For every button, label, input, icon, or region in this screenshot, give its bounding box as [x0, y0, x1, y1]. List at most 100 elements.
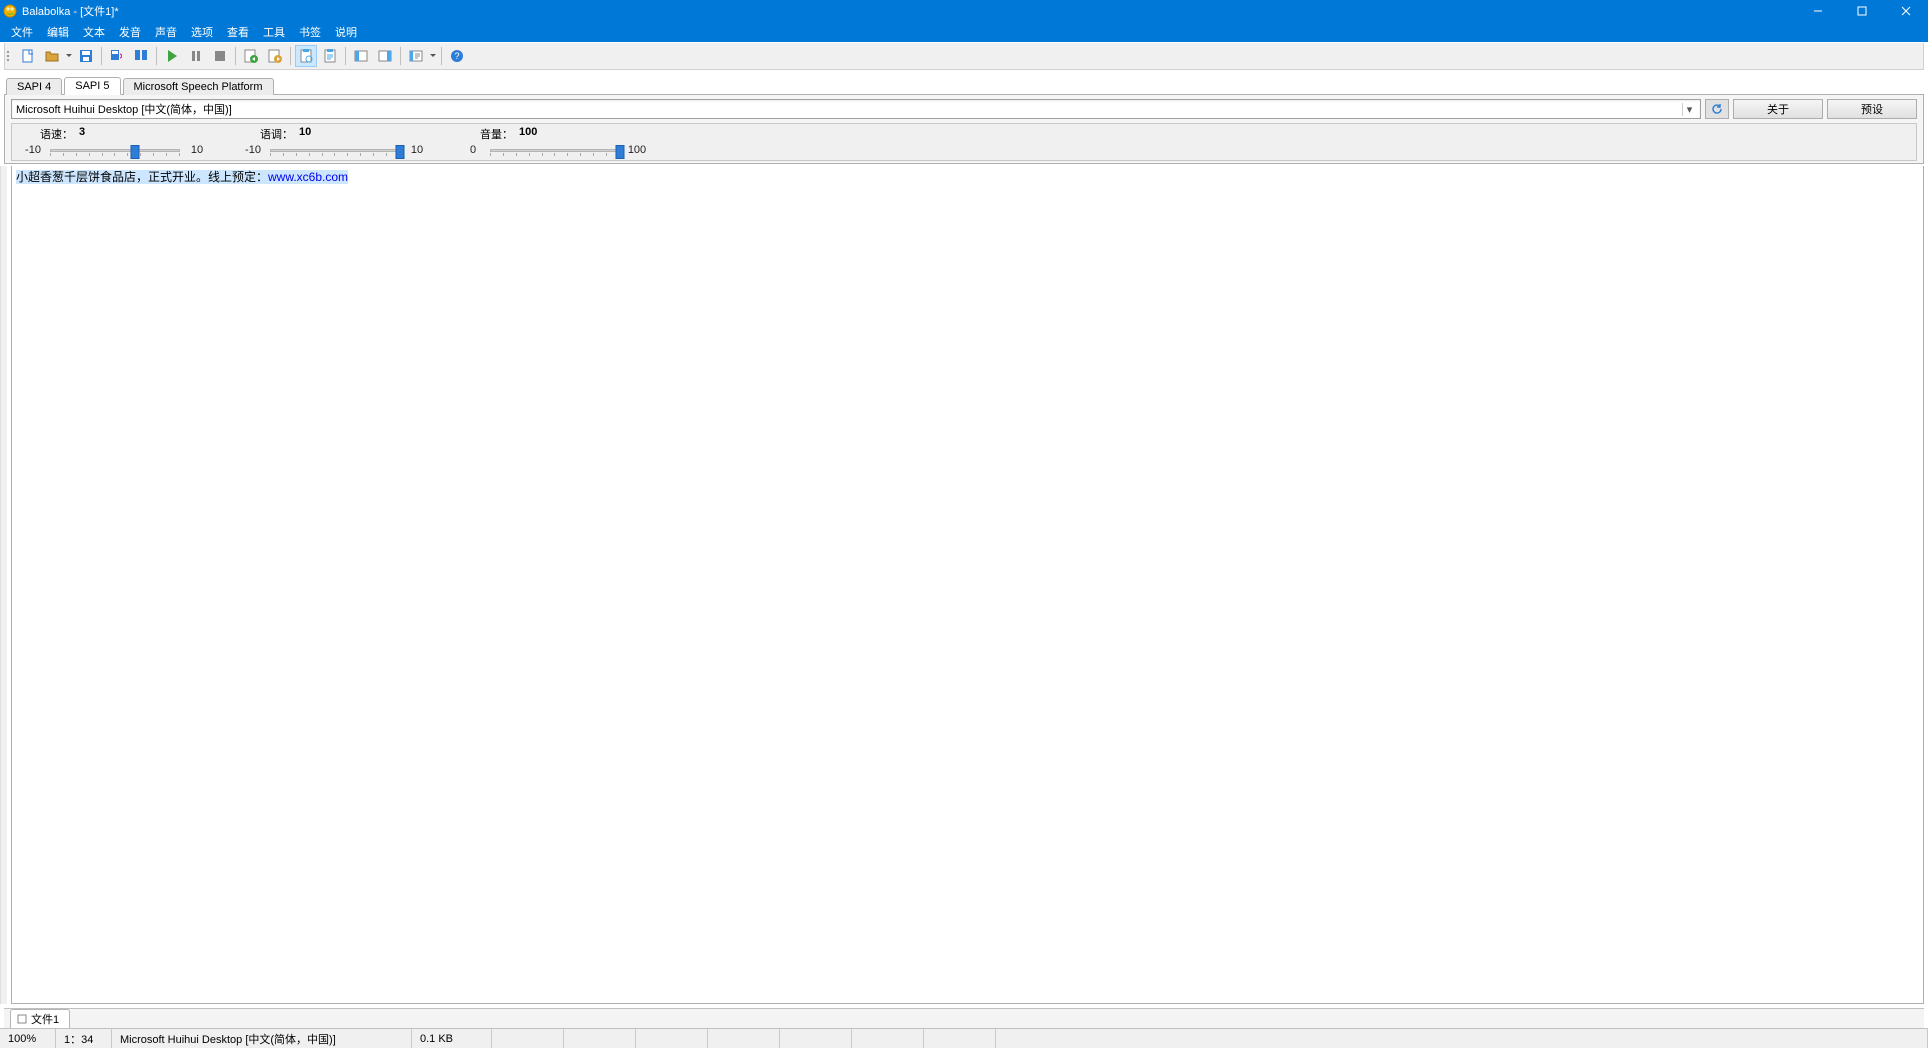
open-file-dropdown[interactable] — [65, 45, 73, 67]
slider-volume-value: 100 — [519, 126, 537, 142]
menu-bar: 文件编辑文本发音声音选项查看工具书签说明 — [0, 22, 1928, 42]
read-clipboard-button[interactable] — [319, 45, 341, 67]
play-button[interactable] — [161, 45, 183, 67]
slider-volume-thumb[interactable] — [616, 145, 625, 159]
menu-0[interactable]: 文件 — [4, 22, 40, 42]
save-file-button[interactable] — [75, 45, 97, 67]
slider-volume-min: 0 — [462, 144, 484, 156]
menu-2[interactable]: 文本 — [76, 22, 112, 42]
voice-panel: Microsoft Huihui Desktop [中文(简体，中国)] ▾ 关… — [4, 94, 1924, 164]
toolbar-separator — [156, 47, 157, 65]
open-file-button[interactable] — [41, 45, 63, 67]
document-tab-label: 文件1 — [31, 1011, 59, 1027]
panel-right-button[interactable] — [374, 45, 396, 67]
status-size: 0.1 KB — [412, 1029, 492, 1048]
status-empty-3 — [636, 1029, 708, 1048]
doc-tab-icon — [17, 1014, 27, 1024]
menu-3[interactable]: 发音 — [112, 22, 148, 42]
toolbar-separator — [235, 47, 236, 65]
editor-selected-text: 小超香葱千层饼食品店，正式开业。线上预定： — [16, 170, 268, 184]
slider-pitch-min: -10 — [242, 144, 264, 156]
slider-rate-track[interactable] — [50, 143, 180, 157]
panel-left-button[interactable] — [350, 45, 372, 67]
slider-rate-value: 3 — [79, 126, 85, 142]
voice-select[interactable]: Microsoft Huihui Desktop [中文(简体，中国)] ▾ — [11, 99, 1701, 119]
api-tab-1[interactable]: SAPI 5 — [64, 77, 120, 95]
title-bar: Balabolka - [文件1]* — [0, 0, 1928, 22]
dictionary-dropdown[interactable] — [429, 45, 437, 67]
status-empty-2 — [564, 1029, 636, 1048]
chevron-down-icon: ▾ — [1682, 103, 1696, 116]
toolbar-grip[interactable] — [7, 47, 13, 65]
toolbar-separator — [101, 47, 102, 65]
status-empty-7 — [924, 1029, 996, 1048]
maximize-button[interactable] — [1840, 0, 1884, 22]
slider-volume-max: 100 — [626, 144, 648, 156]
menu-6[interactable]: 查看 — [220, 22, 256, 42]
save-audio-button[interactable] — [106, 45, 128, 67]
close-button[interactable] — [1884, 0, 1928, 22]
editor-link-text: www.xc6b.com — [268, 170, 348, 184]
sliders-group: 语速： 3 -10 10 语调： 10 -10 10 音量： 100 0 100 — [11, 123, 1917, 161]
slider-pitch-track[interactable] — [270, 143, 400, 157]
toolbar-separator — [400, 47, 401, 65]
menu-5[interactable]: 选项 — [184, 22, 220, 42]
slider-pitch-value: 10 — [299, 126, 311, 142]
menu-8[interactable]: 书签 — [292, 22, 328, 42]
status-empty-6 — [852, 1029, 924, 1048]
menu-1[interactable]: 编辑 — [40, 22, 76, 42]
slider-rate-thumb[interactable] — [130, 145, 139, 159]
slider-volume-track[interactable] — [490, 143, 620, 157]
voice-refresh-button[interactable] — [1705, 99, 1729, 119]
slider-volume: 音量： 100 0 100 — [462, 124, 648, 158]
next-sentence-button[interactable] — [264, 45, 286, 67]
dictionary-button[interactable] — [405, 45, 427, 67]
slider-pitch-max: 10 — [406, 144, 428, 156]
api-tab-0[interactable]: SAPI 4 — [6, 78, 62, 95]
pause-button[interactable] — [185, 45, 207, 67]
window-title: Balabolka - [文件1]* — [22, 3, 119, 19]
slider-pitch-label: 语调： — [260, 126, 293, 142]
status-empty-5 — [780, 1029, 852, 1048]
status-empty-4 — [708, 1029, 780, 1048]
preset-button[interactable]: 预设 — [1827, 99, 1917, 119]
save-split-button[interactable] — [130, 45, 152, 67]
status-spacer — [996, 1029, 1928, 1048]
slider-pitch-thumb[interactable] — [396, 145, 405, 159]
slider-volume-label: 音量： — [480, 126, 513, 142]
menu-9[interactable]: 说明 — [328, 22, 364, 42]
status-empty-1 — [492, 1029, 564, 1048]
prev-sentence-button[interactable] — [240, 45, 262, 67]
toolbar-separator — [290, 47, 291, 65]
toolbar-separator — [441, 47, 442, 65]
slider-rate-max: 10 — [186, 144, 208, 156]
slider-rate-min: -10 — [22, 144, 44, 156]
api-tab-2[interactable]: Microsoft Speech Platform — [123, 78, 274, 95]
voice-select-value: Microsoft Huihui Desktop [中文(简体，中国)] — [16, 101, 232, 117]
text-editor[interactable]: 小超香葱千层饼食品店，正式开业。线上预定：www.xc6b.com — [12, 166, 1923, 1003]
slider-pitch: 语调： 10 -10 10 — [242, 124, 428, 158]
document-tab[interactable]: 文件1 — [10, 1009, 70, 1028]
status-voice: Microsoft Huihui Desktop [中文(简体，中国)] — [112, 1029, 412, 1048]
help-button[interactable]: ? — [446, 45, 468, 67]
status-zoom[interactable]: 100% — [0, 1029, 56, 1048]
api-tabs: SAPI 4SAPI 5Microsoft Speech Platform — [0, 72, 1928, 94]
menu-7[interactable]: 工具 — [256, 22, 292, 42]
slider-rate: 语速： 3 -10 10 — [22, 124, 208, 158]
document-tab-bar: 文件1 — [4, 1008, 1924, 1028]
about-voice-button[interactable]: 关于 — [1733, 99, 1823, 119]
new-file-button[interactable] — [17, 45, 39, 67]
toolbar-separator — [345, 47, 346, 65]
status-bar: 100% 1：34 Microsoft Huihui Desktop [中文(简… — [0, 1028, 1928, 1048]
svg-text:?: ? — [454, 51, 459, 61]
toolbar: ? — [4, 43, 1924, 70]
slider-rate-label: 语速： — [40, 126, 73, 142]
editor-left-rail — [0, 166, 7, 1004]
stop-button[interactable] — [209, 45, 231, 67]
editor-frame: 小超香葱千层饼食品店，正式开业。线上预定：www.xc6b.com — [11, 166, 1924, 1004]
clipboard-watch-button[interactable] — [295, 45, 317, 67]
menu-4[interactable]: 声音 — [148, 22, 184, 42]
app-icon — [2, 3, 18, 19]
status-cursor-pos: 1：34 — [56, 1029, 112, 1048]
minimize-button[interactable] — [1796, 0, 1840, 22]
